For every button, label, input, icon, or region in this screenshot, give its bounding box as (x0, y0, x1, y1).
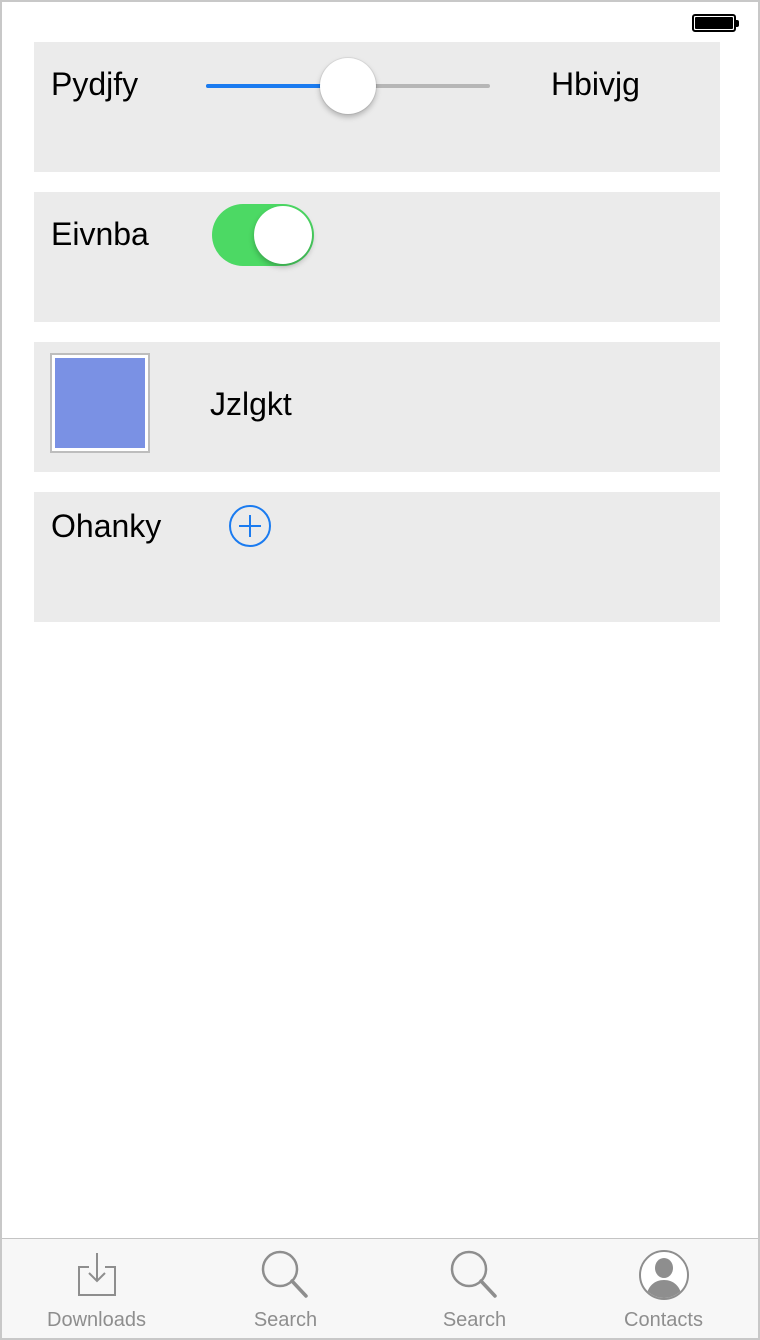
slider-thumb[interactable] (320, 58, 376, 114)
tab-downloads[interactable]: Downloads (2, 1239, 191, 1338)
tab-contacts[interactable]: Contacts (569, 1239, 758, 1338)
tab-search-2[interactable]: Search (380, 1239, 569, 1338)
tab-label: Downloads (47, 1309, 146, 1331)
toggle-switch[interactable] (212, 204, 314, 266)
downloads-icon (77, 1253, 116, 1296)
slider-left-label: Pydjfy (51, 66, 139, 102)
search-icon (450, 1250, 497, 1298)
contacts-icon (638, 1250, 689, 1300)
tab-label: Search (253, 1309, 318, 1331)
add-row: Ohanky (34, 492, 720, 622)
color-row: Jzlgkt (34, 342, 720, 472)
switch-label: Eivnba (51, 216, 149, 252)
plus-circle-icon[interactable] (228, 504, 272, 548)
color-swatch-fill (55, 358, 145, 448)
slider[interactable] (206, 58, 490, 114)
color-label: Jzlgkt (210, 386, 292, 422)
add-label: Ohanky (51, 508, 162, 544)
tab-label: Search (442, 1309, 507, 1331)
slider-right-label: Hbivjg (551, 66, 640, 102)
search-icon (261, 1250, 308, 1298)
switch-row: Eivnba (34, 192, 720, 322)
slider-row: Pydjfy Hbivjg (34, 42, 720, 172)
tab-label: Contacts (624, 1309, 703, 1331)
app-screen: Pydjfy Hbivjg Eivnba Jzlgkt Ohanky Downl… (0, 0, 760, 1340)
tab-search[interactable]: Search (191, 1239, 380, 1338)
toggle-knob (254, 206, 312, 264)
battery-icon (692, 14, 739, 32)
color-swatch[interactable] (50, 353, 150, 453)
tab-bar: Downloads Search Search Contacts (2, 1238, 758, 1338)
